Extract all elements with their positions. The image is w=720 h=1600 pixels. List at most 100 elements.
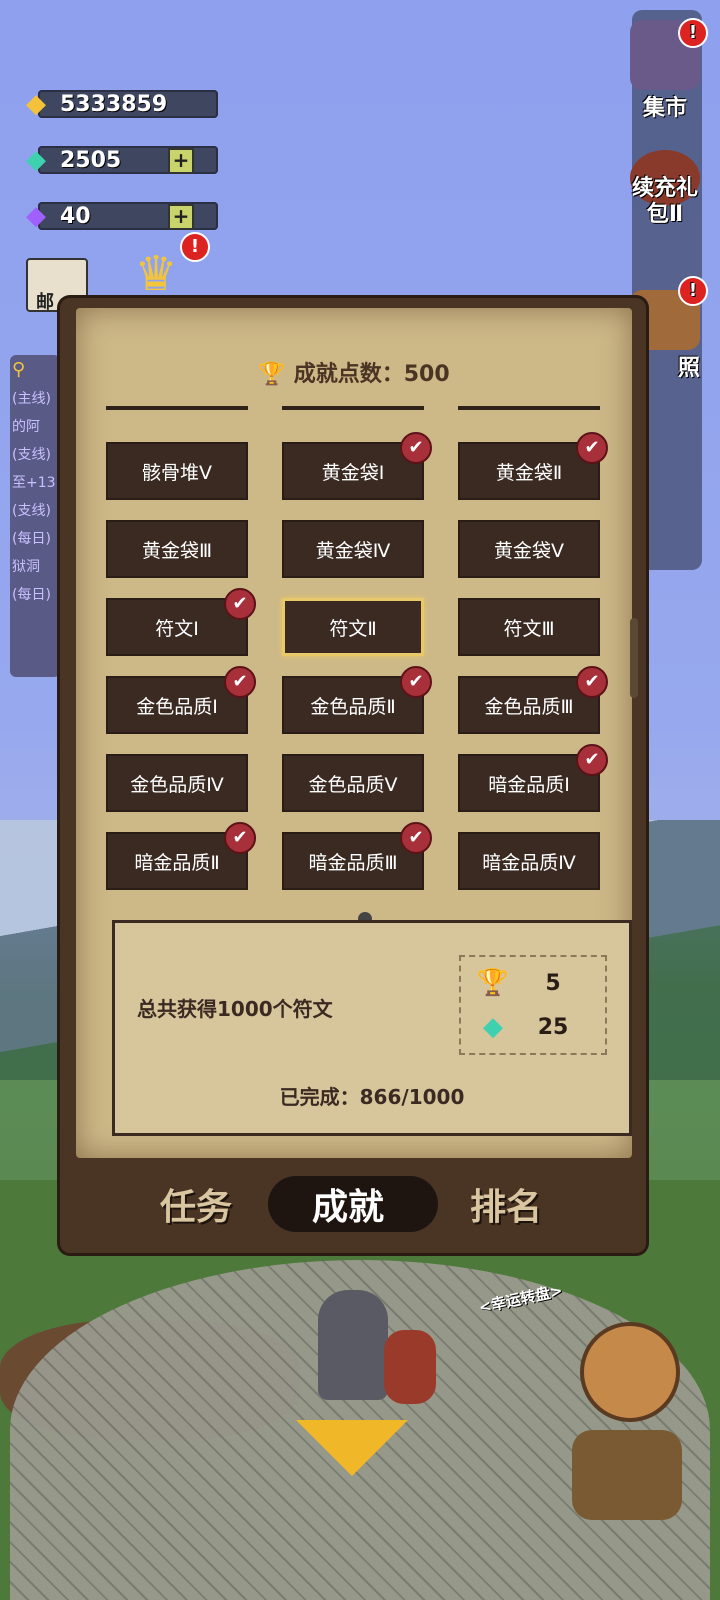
divider xyxy=(458,406,600,410)
progress-value: 866/1000 xyxy=(359,1085,465,1109)
checkmark-icon: ✔ xyxy=(400,666,432,698)
checkmark-icon: ✔ xyxy=(224,666,256,698)
progress-label: 已完成： xyxy=(279,1085,360,1109)
market-button[interactable]: 集市 ! xyxy=(622,18,708,122)
gem-resource: ◆ 2505 + xyxy=(18,142,218,178)
gem-value: 2505 xyxy=(60,148,122,173)
quest-item[interactable]: 狱洞 xyxy=(10,552,60,580)
achievement-label: 符文Ⅰ xyxy=(155,617,199,640)
gift-pack-label: 续充礼包Ⅱ xyxy=(631,176,698,227)
achievement-button[interactable]: 黄金袋Ⅱ ✔ xyxy=(458,432,608,500)
quest-item[interactable]: (每日) xyxy=(10,524,60,552)
achievement-label: 黄金袋Ⅱ xyxy=(495,461,563,484)
achievement-label: 符文Ⅲ xyxy=(503,617,555,640)
quest-item[interactable]: 至+13 xyxy=(10,468,60,496)
market-alert-badge: ! xyxy=(678,18,708,48)
achievement-label: 符文Ⅱ xyxy=(329,617,377,640)
trophy-icon: 🏆 xyxy=(476,968,510,998)
divider xyxy=(282,406,424,410)
crown-icon[interactable]: ♛ xyxy=(124,248,188,300)
add-crystals-button[interactable]: + xyxy=(168,204,194,230)
checkmark-icon: ✔ xyxy=(400,822,432,854)
divider xyxy=(106,406,248,410)
gold-resource: ◆ 5333859 xyxy=(18,86,218,122)
gift-pack-button[interactable]: 续充礼包Ⅱ xyxy=(622,150,708,228)
achievement-button[interactable]: 骸骨堆Ⅴ xyxy=(106,442,248,500)
checkmark-icon: ✔ xyxy=(224,822,256,854)
progress-text: 已完成：866/1000 xyxy=(115,1081,629,1110)
achievement-label: 金色品质Ⅴ xyxy=(308,773,398,796)
achievement-button[interactable]: 暗金品质Ⅲ ✔ xyxy=(282,822,432,890)
reward-points-value: 5 xyxy=(545,970,561,996)
quest-item[interactable]: (主线) xyxy=(10,384,60,412)
achievement-label: 金色品质Ⅱ xyxy=(310,695,396,718)
market-label: 集市 xyxy=(642,96,687,121)
achievement-label: 暗金品质Ⅱ xyxy=(134,851,220,874)
achievement-label: 黄金袋Ⅰ xyxy=(321,461,385,484)
achievement-button[interactable]: 暗金品质Ⅱ ✔ xyxy=(106,822,256,890)
panel-tabs: 任务 成就 排名 xyxy=(60,1170,646,1240)
achievement-button[interactable]: 金色品质Ⅳ xyxy=(106,754,248,812)
quest-item[interactable]: (每日) xyxy=(10,580,60,608)
companion-character[interactable] xyxy=(384,1330,436,1404)
tab-ranking[interactable]: 排名 xyxy=(470,1178,542,1230)
checkmark-icon: ✔ xyxy=(576,432,608,464)
quest-sidebar[interactable]: ⚲ (主线) 的阿 (支线) 至+13 (支线) (每日) 狱洞 (每日) xyxy=(10,355,60,677)
parchment: 🏆 成就点数：500 骸骨堆Ⅴ 黄金袋Ⅰ ✔ 黄金袋Ⅱ ✔ 黄金袋Ⅲ 黄金袋Ⅳ 黄金袋Ⅴ 符文Ⅰ ✔… xyxy=(76,308,638,1158)
mail-label: 邮 xyxy=(36,292,54,313)
achievement-button[interactable]: 金色品质Ⅰ ✔ xyxy=(106,666,256,734)
achievement-button[interactable]: 黄金袋Ⅳ xyxy=(282,520,424,578)
crown-alert-badge: ! xyxy=(180,232,210,262)
achievement-label: 黄金袋Ⅲ xyxy=(141,539,213,562)
quest-item[interactable]: 的阿 xyxy=(10,412,60,440)
achievement-button[interactable]: 符文Ⅱ xyxy=(282,598,424,656)
achievement-label: 骸骨堆Ⅴ xyxy=(142,461,212,484)
achievement-button[interactable]: 黄金袋Ⅲ xyxy=(106,520,248,578)
achievement-label: 暗金品质Ⅲ xyxy=(308,851,398,874)
backpack-button[interactable] xyxy=(572,1430,682,1520)
achievements-panel: 🏆 成就点数：500 骸骨堆Ⅴ 黄金袋Ⅰ ✔ 黄金袋Ⅱ ✔ 黄金袋Ⅲ 黄金袋Ⅳ 黄金袋Ⅴ 符文Ⅰ ✔… xyxy=(60,298,646,1253)
achievement-button[interactable]: 黄金袋Ⅰ ✔ xyxy=(282,432,432,500)
achievement-button[interactable]: 金色品质Ⅱ ✔ xyxy=(282,666,432,734)
achievement-button[interactable]: 暗金品质Ⅳ xyxy=(458,832,600,890)
gold-ore-icon: ◆ xyxy=(26,89,46,119)
achievement-score: 🏆 成就点数：500 xyxy=(76,356,632,388)
scrollbar[interactable] xyxy=(630,618,638,698)
achievement-button[interactable]: 符文Ⅲ xyxy=(458,598,600,656)
purple-crystal-icon: ◆ xyxy=(26,201,46,231)
achievement-button[interactable]: 符文Ⅰ ✔ xyxy=(106,588,256,656)
checkmark-icon: ✔ xyxy=(576,666,608,698)
paw-button[interactable] xyxy=(580,1322,680,1422)
achievement-grid[interactable]: 骸骨堆Ⅴ 黄金袋Ⅰ ✔ 黄金袋Ⅱ ✔ 黄金袋Ⅲ 黄金袋Ⅳ 黄金袋Ⅴ 符文Ⅰ ✔ 符文Ⅱ 符文Ⅲ 金色品质… xyxy=(106,428,608,898)
tab-tasks[interactable]: 任务 xyxy=(160,1178,232,1230)
achievement-detail: 总共获得1000个符文 🏆 5 ◆ 25 已完成：866/1000 xyxy=(112,920,632,1136)
reward-gems-value: 25 xyxy=(537,1014,569,1040)
achievement-label: 金色品质Ⅲ xyxy=(484,695,574,718)
reward-points: 🏆 5 xyxy=(473,963,593,1003)
achievement-description: 总共获得1000个符文 xyxy=(137,997,333,1021)
trophy-icon: 🏆 xyxy=(258,362,286,387)
green-gem-icon: ◆ xyxy=(483,1012,503,1042)
collapse-arrow-icon[interactable] xyxy=(296,1420,408,1476)
achievement-label: 暗金品质Ⅰ xyxy=(488,773,570,796)
crystal-resource: ◆ 40 + xyxy=(18,198,218,234)
gold-value: 5333859 xyxy=(60,92,168,117)
achievement-button[interactable]: 金色品质Ⅴ xyxy=(282,754,424,812)
score-label: 成就点数： xyxy=(293,362,404,387)
checkmark-icon: ✔ xyxy=(576,744,608,776)
achievement-label: 暗金品质Ⅳ xyxy=(482,851,576,874)
achievement-label: 黄金袋Ⅴ xyxy=(494,539,564,562)
quest-item[interactable]: (支线) xyxy=(10,496,60,524)
achievement-button[interactable]: 黄金袋Ⅴ xyxy=(458,520,600,578)
add-gems-button[interactable]: + xyxy=(168,148,194,174)
achievement-label: 黄金袋Ⅳ xyxy=(315,539,391,562)
tab-achievements[interactable]: 成就 xyxy=(312,1178,384,1230)
raccoon-hero[interactable] xyxy=(318,1290,388,1400)
achievement-button[interactable]: 暗金品质Ⅰ ✔ xyxy=(458,744,608,812)
achievement-button[interactable]: 金色品质Ⅲ ✔ xyxy=(458,666,608,734)
search-icon[interactable]: ⚲ xyxy=(10,355,60,384)
quest-item[interactable]: (支线) xyxy=(10,440,60,468)
checkmark-icon: ✔ xyxy=(224,588,256,620)
checkmark-icon: ✔ xyxy=(400,432,432,464)
score-value: 500 xyxy=(403,362,450,387)
